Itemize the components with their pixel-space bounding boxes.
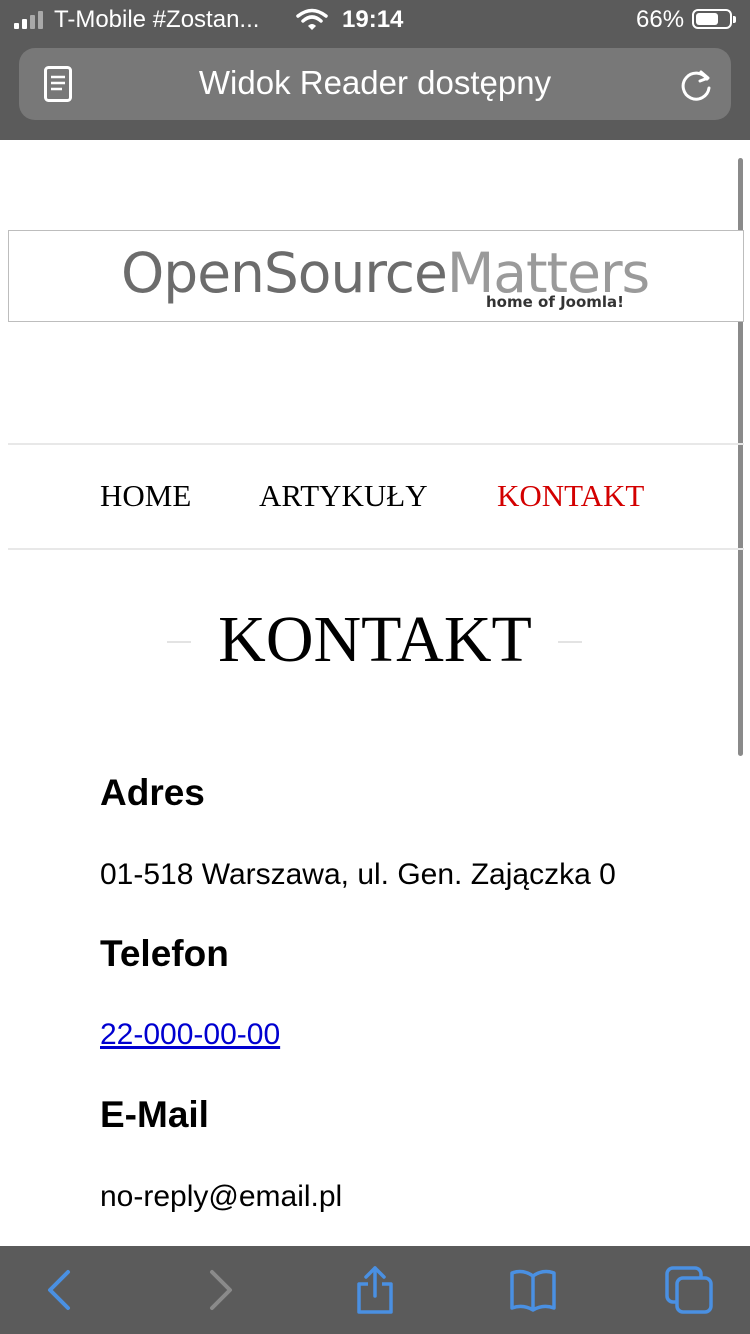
logo-tagline: home of Joomla!	[486, 293, 624, 311]
wifi-icon	[296, 8, 328, 30]
reload-icon[interactable]	[679, 66, 715, 102]
nav-divider-bottom	[8, 548, 744, 550]
tabs-icon[interactable]	[665, 1266, 713, 1314]
heading-decoration-right	[558, 641, 582, 643]
battery-icon	[692, 9, 736, 29]
forward-icon[interactable]	[194, 1266, 242, 1314]
phone-label: Telefon	[100, 933, 229, 974]
status-time: 19:14	[342, 6, 404, 33]
cellular-signal-icon	[14, 11, 48, 29]
address-label: Adres	[100, 772, 205, 813]
nav-item-home[interactable]: HOME	[100, 478, 191, 514]
page-title: KONTAKT	[218, 603, 532, 676]
address-bar[interactable]: Widok Reader dostępny	[19, 48, 731, 120]
site-logo[interactable]: OpenSourceMatters home of Joomla!	[8, 230, 744, 322]
email-label: E-Mail	[100, 1094, 209, 1135]
address-value: 01-518 Warszawa, ul. Gen. Zajączka 0	[100, 858, 616, 891]
browser-top-chrome: T-Mobile #Zostan... 19:14 66% Widok Read…	[0, 0, 750, 140]
nav-divider-top	[8, 443, 744, 445]
bookmarks-icon[interactable]	[509, 1266, 557, 1314]
email-value: no-reply@email.pl	[100, 1180, 343, 1213]
address-bar-text[interactable]: Widok Reader dostępny	[19, 64, 731, 102]
nav-item-contact[interactable]: KONTAKT	[497, 478, 644, 514]
phone-link[interactable]: 22-000-00-00	[100, 1018, 280, 1052]
browser-toolbar	[0, 1246, 750, 1334]
status-bar: T-Mobile #Zostan... 19:14 66%	[0, 0, 750, 42]
back-icon[interactable]	[38, 1266, 86, 1314]
battery-percentage: 66%	[636, 6, 685, 33]
carrier-name: T-Mobile #Zostan...	[54, 6, 260, 33]
nav-item-articles[interactable]: ARTYKUŁY	[259, 478, 428, 514]
share-icon[interactable]	[351, 1266, 399, 1314]
